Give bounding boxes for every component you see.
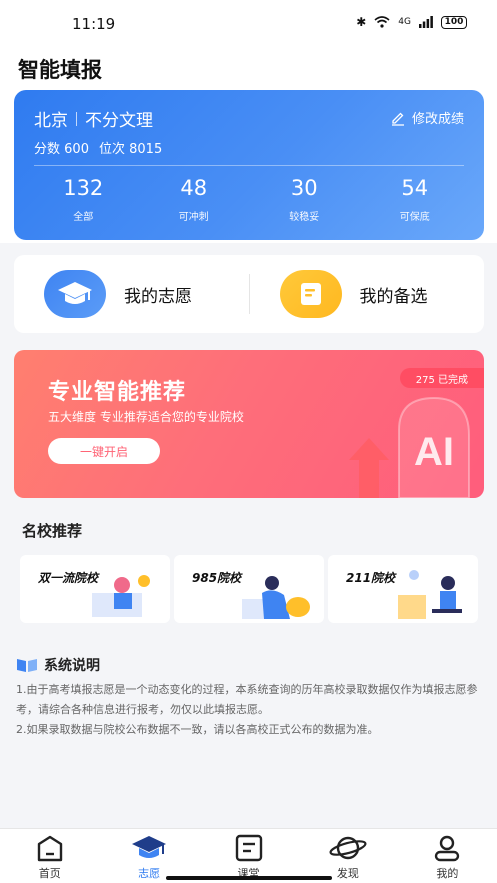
stat-stable[interactable]: 30 较稳妥 — [249, 176, 360, 223]
tab-profile[interactable]: 我的 — [398, 829, 497, 883]
score-card-divider — [34, 165, 464, 166]
school-card-label: 211院校 — [346, 571, 396, 585]
tab-wish[interactable]: 志愿 — [99, 829, 198, 883]
my-wish-label: 我的志愿 — [124, 286, 192, 307]
study-illustration — [92, 575, 150, 617]
system-notes-label: 系统说明 — [44, 658, 100, 674]
page-title: 智能填报 — [18, 58, 102, 82]
note-line: 2.如果录取数据与院校公布数据不一致，请以各高校正式公布的数据为准。 — [16, 723, 379, 736]
school-list: 双一流院校 985院校 211院校 — [20, 555, 478, 623]
rank-info: 位次 8015 — [99, 138, 162, 157]
tab-label: 志愿 — [138, 867, 161, 880]
rank-label: 位次 — [98, 142, 125, 157]
classroom-icon — [235, 834, 262, 862]
graduation-cap-icon — [132, 836, 167, 858]
major-recommend-banner[interactable]: AI 专业智能推荐 五大维度 专业推荐适合您的专业院校 一键开启 275 已完成 — [14, 350, 484, 498]
tab-label: 首页 — [38, 867, 61, 880]
region-subject: 北京 不分文理 — [34, 106, 153, 131]
signal-icon — [419, 16, 433, 28]
system-notes-title: 系统说明 — [16, 655, 100, 675]
edit-score-button[interactable]: 修改成绩 — [390, 108, 464, 127]
stat-value: 30 — [290, 176, 318, 200]
score-label: 分数 — [34, 142, 61, 157]
stat-all[interactable]: 132 全部 — [28, 176, 139, 223]
planet-icon — [329, 836, 367, 860]
subject-label: 不分文理 — [85, 111, 153, 131]
stat-label: 可保底 — [399, 212, 430, 223]
graduation-cap-icon — [44, 270, 106, 318]
one-click-start-button[interactable]: 一键开启 — [48, 438, 160, 464]
banner-title: 专业智能推荐 — [48, 380, 187, 405]
school-card-double-first-class[interactable]: 双一流院校 — [20, 555, 170, 623]
score-value: 600 — [64, 142, 89, 157]
my-backup-label: 我的备选 — [359, 286, 428, 307]
bluetooth-icon: ✱ — [356, 15, 367, 29]
document-icon — [279, 270, 342, 318]
rank-value: 8015 — [129, 142, 163, 157]
stat-value: 54 — [401, 176, 429, 200]
stat-safe[interactable]: 54 可保底 — [360, 176, 471, 223]
banner-subtitle: 五大维度 专业推荐适合您的专业院校 — [48, 410, 244, 424]
schools-section-title: 名校推荐 — [22, 522, 83, 540]
tab-classroom[interactable]: 课堂 — [199, 829, 298, 883]
status-time: 11:19 — [72, 15, 116, 33]
my-wish-button[interactable]: 我的志愿 — [14, 255, 249, 333]
stat-label: 全部 — [73, 212, 94, 223]
score-rank: 分数 600 位次 8015 — [34, 138, 162, 157]
profile-icon — [435, 835, 460, 862]
signal-label: 4G — [398, 17, 411, 27]
edit-icon — [391, 112, 404, 126]
people-illustration — [242, 576, 310, 619]
school-card-985[interactable]: 985院校 — [174, 555, 324, 623]
stat-reach[interactable]: 48 可冲刺 — [139, 176, 250, 223]
my-backup-button[interactable]: 我的备选 — [250, 255, 485, 333]
home-icon — [37, 835, 62, 862]
stats-row: 132 全部 48 可冲刺 30 较稳妥 54 可保底 — [28, 176, 470, 223]
home-indicator — [166, 876, 332, 880]
stat-label: 较稳妥 — [289, 212, 320, 223]
ai-head-illustration: AI — [349, 396, 470, 498]
quick-actions-card: 我的志愿 我的备选 — [14, 255, 484, 333]
battery-icon: 100 — [441, 15, 467, 29]
status-icons: ✱ 4G 100 — [356, 15, 467, 29]
bottom-tab-bar: 首页 志愿 课堂 发现 我的 — [0, 828, 497, 883]
score-info: 分数 600 — [34, 138, 89, 157]
tab-label: 发现 — [336, 867, 359, 880]
system-notes: 1.由于高考填报志愿是一个动态变化的过程，本系统查询的历年高校录取数据仅作为填报… — [16, 680, 486, 740]
tab-discover[interactable]: 发现 — [298, 829, 397, 883]
region-divider — [76, 111, 77, 126]
reading-illustration — [398, 570, 462, 619]
stat-label: 可冲刺 — [178, 212, 209, 223]
status-bar: 11:19 ✱ 4G 100 — [0, 0, 497, 48]
school-card-211[interactable]: 211院校 — [328, 555, 478, 623]
tab-label: 我的 — [436, 867, 459, 880]
region-label: 北京 — [34, 111, 68, 131]
school-card-label: 985院校 — [192, 571, 242, 585]
tab-home[interactable]: 首页 — [0, 829, 99, 883]
score-card: 北京 不分文理 修改成绩 分数 600 位次 8015 132 全部 48 可冲… — [14, 90, 484, 240]
edit-score-label: 修改成绩 — [411, 112, 464, 127]
book-icon — [17, 659, 37, 672]
note-line: 1.由于高考填报志愿是一个动态变化的过程，本系统查询的历年高校录取数据仅作为填报… — [16, 683, 478, 716]
wifi-icon — [374, 16, 390, 28]
stat-value: 132 — [63, 176, 104, 200]
stat-value: 48 — [180, 176, 208, 200]
ai-text: AI — [414, 430, 454, 474]
completed-badge: 275 已完成 — [399, 368, 484, 388]
